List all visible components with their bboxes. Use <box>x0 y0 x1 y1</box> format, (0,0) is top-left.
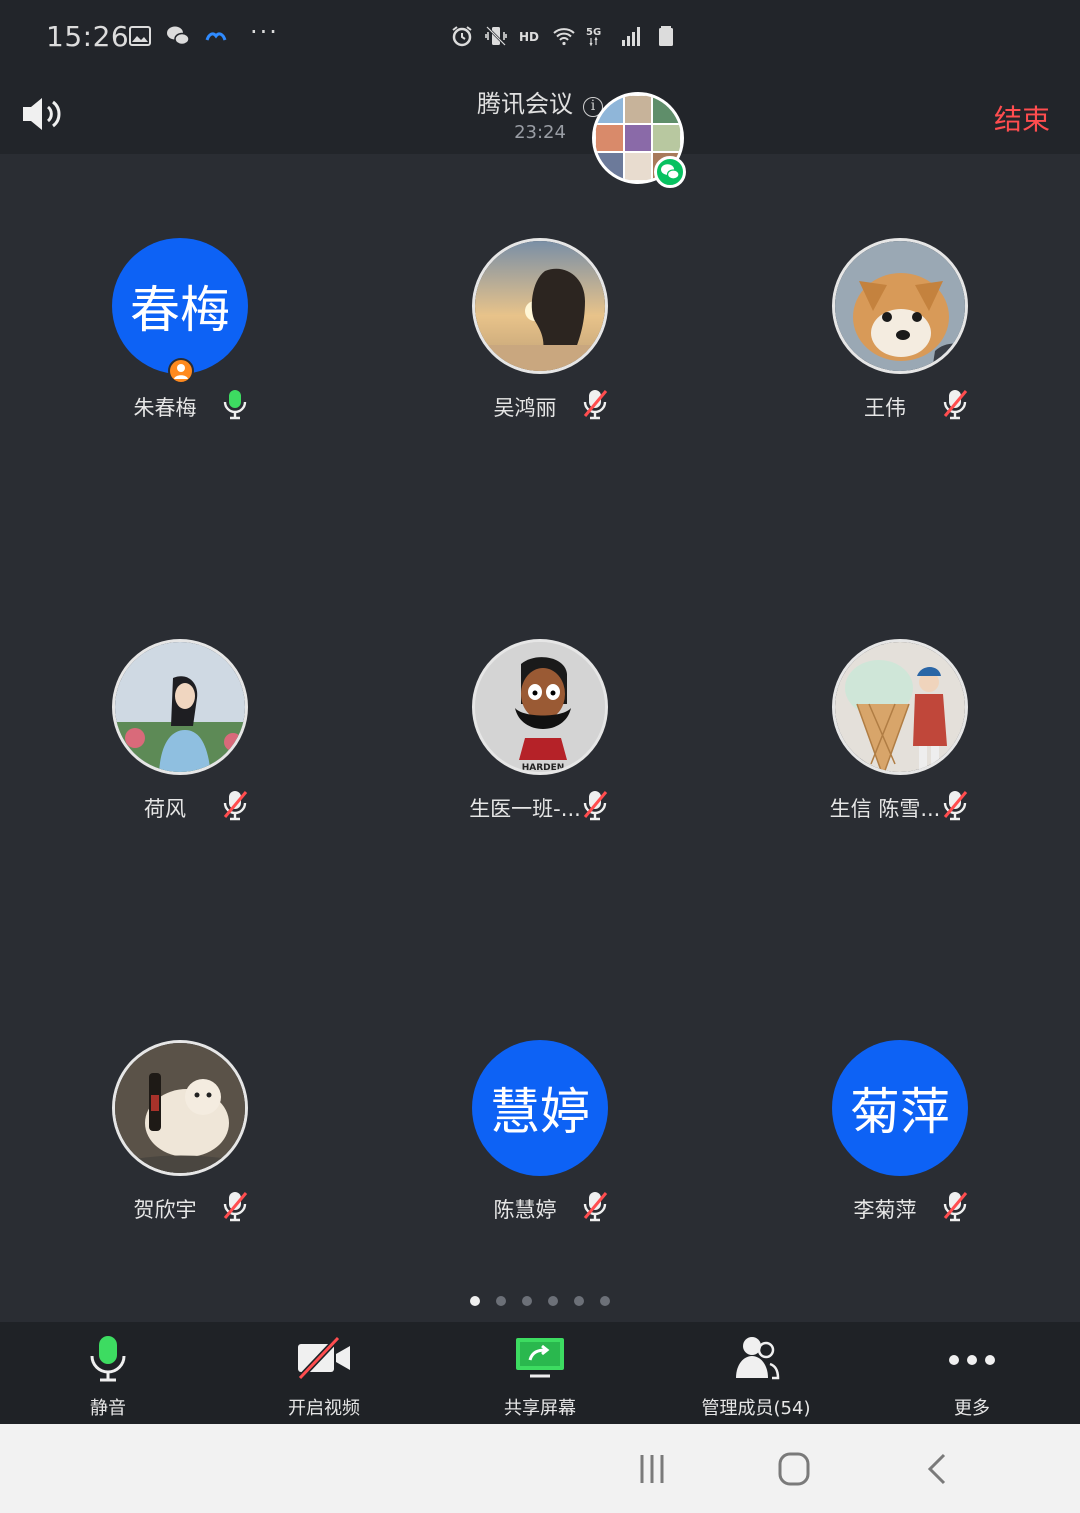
hd-icon: HD <box>518 24 542 48</box>
mute-label: 静音 <box>90 1398 126 1419</box>
mic-muted-icon <box>943 791 968 821</box>
status-time: 15:26 <box>46 20 130 53</box>
participant-name: 吴鸿丽 <box>493 396 557 420</box>
meeting-screen: 15:26 ··· HD 5G 腾讯会议 i 23:24 结束 春梅 朱春梅 吴… <box>0 0 1080 1513</box>
avatar <box>832 238 968 374</box>
avatar: 慧婷 <box>472 1040 608 1176</box>
svg-text:5G: 5G <box>586 27 601 38</box>
share-screen-button[interactable]: 共享屏幕 <box>432 1334 648 1420</box>
video-off-icon <box>297 1335 350 1381</box>
meeting-timer: 23:24 <box>514 122 566 143</box>
participant-tile[interactable]: 贺欣宇 <box>0 1040 360 1240</box>
page-dot[interactable] <box>496 1296 506 1306</box>
avatar: 菊萍 <box>832 1040 968 1176</box>
participant-tile[interactable]: HARDEN 生医一班-... <box>360 639 720 839</box>
wechat-icon <box>166 24 190 48</box>
meeting-title-text: 腾讯会议 <box>477 90 573 118</box>
svg-text:HD: HD <box>519 30 539 44</box>
avatar <box>832 639 968 775</box>
page-dot[interactable] <box>574 1296 584 1306</box>
mic-muted-icon <box>583 791 608 821</box>
participant-name: 贺欣宇 <box>133 1198 197 1222</box>
more-button[interactable]: 更多 <box>864 1334 1080 1420</box>
members-icon <box>736 1337 780 1380</box>
manage-members-label: 管理成员(54) <box>701 1398 811 1419</box>
status-left-icons: ··· <box>128 18 279 48</box>
signal-icon <box>620 24 644 48</box>
participant-tile[interactable]: 荷风 <box>0 639 360 839</box>
recent-apps-icon[interactable] <box>632 1452 672 1486</box>
cloud-icon <box>204 24 228 48</box>
5g-icon: 5G <box>586 24 610 48</box>
status-more: ··· <box>250 18 279 46</box>
avatar: HARDEN <box>472 639 608 775</box>
start-video-button[interactable]: 开启视频 <box>216 1334 432 1420</box>
page-indicator[interactable] <box>0 1296 1080 1306</box>
participant-name: 朱春梅 <box>133 396 197 420</box>
participant-tile[interactable]: 菊萍 李菊萍 <box>720 1040 1080 1240</box>
host-badge-icon <box>168 358 194 384</box>
participant-tile[interactable]: 春梅 朱春梅 <box>0 238 360 438</box>
avatar <box>472 238 608 374</box>
alarm-icon <box>450 24 474 48</box>
participant-name: 李菊萍 <box>853 1198 917 1222</box>
avatar-caption: HARDEN <box>522 763 565 773</box>
participant-grid: 春梅 朱春梅 吴鸿丽 王伟 荷风 HARDEN 生医一班-... 生信 陈雪..… <box>0 154 1080 1322</box>
mic-muted-icon <box>943 1192 968 1222</box>
page-dot[interactable] <box>548 1296 558 1306</box>
mic-on-icon <box>223 390 247 420</box>
page-dot[interactable] <box>470 1296 480 1306</box>
vibrate-icon <box>484 24 508 48</box>
meeting-header: 腾讯会议 i 23:24 结束 <box>0 72 1080 154</box>
meeting-title[interactable]: 腾讯会议 i <box>0 84 1080 119</box>
status-bar: 15:26 ··· HD 5G <box>0 0 1080 72</box>
participant-name: 生医一班-... <box>469 797 581 821</box>
page-dot[interactable] <box>522 1296 532 1306</box>
mute-button[interactable]: 静音 <box>0 1334 216 1420</box>
share-screen-icon <box>516 1338 564 1378</box>
page-dot[interactable] <box>600 1296 610 1306</box>
mic-muted-icon <box>583 1192 608 1222</box>
participant-name: 陈慧婷 <box>493 1198 557 1222</box>
start-video-label: 开启视频 <box>288 1398 360 1419</box>
battery-icon <box>654 24 678 48</box>
avatar: 春梅 <box>112 238 248 374</box>
participant-tile[interactable]: 吴鸿丽 <box>360 238 720 438</box>
avatar <box>112 1040 248 1176</box>
back-icon[interactable] <box>918 1452 958 1486</box>
share-screen-label: 共享屏幕 <box>504 1398 576 1419</box>
mic-muted-icon <box>223 791 248 821</box>
mic-muted-icon <box>943 390 968 420</box>
participant-tile[interactable]: 慧婷 陈慧婷 <box>360 1040 720 1240</box>
more-dots-icon <box>949 1355 995 1365</box>
end-meeting-button[interactable]: 结束 <box>994 98 1050 138</box>
meeting-toolbar: 静音 开启视频 共享屏幕 管理成员(54) 更多 <box>0 1322 1080 1424</box>
manage-members-button[interactable]: 管理成员(54) <box>648 1334 864 1420</box>
participant-name: 生信 陈雪... <box>829 797 941 821</box>
participant-tile[interactable]: 生信 陈雪... <box>720 639 1080 839</box>
mic-muted-icon <box>223 1192 248 1222</box>
participant-tile[interactable]: 王伟 <box>720 238 1080 438</box>
image-icon <box>128 24 152 48</box>
status-right-icons: HD 5G <box>450 24 678 48</box>
avatar <box>112 639 248 775</box>
participant-name: 王伟 <box>864 396 906 420</box>
microphone-icon <box>90 1336 126 1382</box>
wifi-icon <box>552 24 576 48</box>
more-label: 更多 <box>954 1398 990 1419</box>
mic-muted-icon <box>583 390 608 420</box>
system-nav-bar <box>0 1424 1080 1513</box>
home-icon[interactable] <box>774 1452 814 1486</box>
participant-name: 荷风 <box>144 797 186 821</box>
